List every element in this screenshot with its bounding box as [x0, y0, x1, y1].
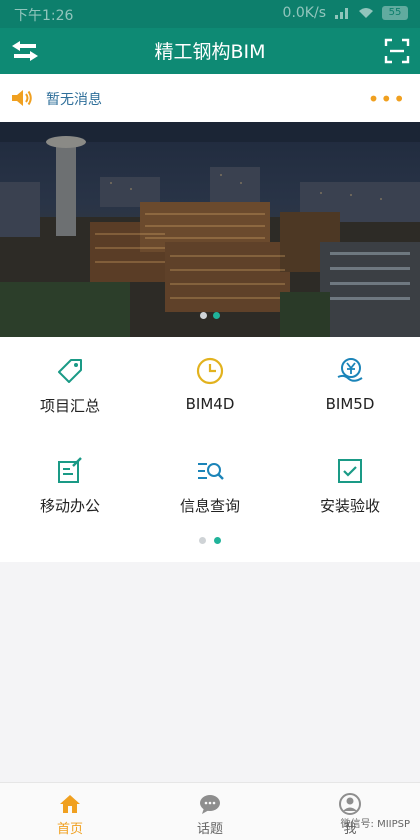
- money-icon: [337, 358, 363, 382]
- menu-item-install-accept[interactable]: 安装验收: [280, 437, 420, 527]
- menu-item-bim4d[interactable]: BIM4D: [140, 337, 280, 427]
- scan-icon[interactable]: [384, 38, 410, 64]
- tab-home[interactable]: 首页: [0, 783, 140, 840]
- menu-item-mobile-office[interactable]: 移动办公: [0, 437, 140, 527]
- menu-label: 安装验收: [319, 497, 380, 515]
- tab-me[interactable]: 我 微信号: MIIPSP: [280, 783, 420, 840]
- person-icon: [339, 793, 361, 815]
- indicator-dot-active: [213, 312, 220, 319]
- menu-item-bim5d[interactable]: BIM5D: [280, 337, 420, 427]
- home-icon: [60, 795, 80, 813]
- status-bar: 下午1:26 0.0K/s 55: [0, 0, 420, 28]
- indicator-dot: [199, 537, 206, 544]
- edit-note-icon: [58, 457, 82, 483]
- menu-item-project-summary[interactable]: 项目汇总: [0, 337, 140, 427]
- tab-label-home: 首页: [56, 822, 83, 837]
- tag-icon: [58, 359, 82, 383]
- menu-label: 信息查询: [179, 497, 240, 515]
- app-bar: 精工钢构BIM: [0, 28, 420, 74]
- battery-icon: 55: [382, 6, 408, 20]
- wifi-icon: [359, 8, 373, 18]
- banner-carousel[interactable]: [0, 122, 420, 337]
- clock-icon: [196, 357, 224, 385]
- chat-icon: [200, 795, 220, 814]
- banner-image: [0, 122, 420, 337]
- speaker-icon: [12, 90, 32, 106]
- menu-item-info-query[interactable]: 信息查询: [140, 437, 280, 527]
- network-speed: 0.0K/s: [282, 5, 326, 21]
- grid-page-indicator: [0, 537, 420, 544]
- check-box-icon: [338, 459, 362, 483]
- banner-indicator: [0, 312, 420, 319]
- notice-text: 暂无消息: [46, 92, 102, 108]
- menu-label: BIM4D: [185, 395, 235, 413]
- menu-label: 移动办公: [39, 497, 100, 515]
- watermark-text: 微信号: MIIPSP: [340, 819, 410, 830]
- menu-label: 项目汇总: [39, 397, 100, 415]
- indicator-dot-active: [214, 537, 221, 544]
- signal-icon: [335, 8, 348, 19]
- notice-bar[interactable]: 暂无消息 •••: [0, 74, 420, 122]
- menu-label: BIM5D: [325, 395, 375, 413]
- tab-topics[interactable]: 话题: [140, 783, 280, 840]
- page-title: 精工钢构BIM: [154, 41, 266, 63]
- tab-label-topics: 话题: [196, 822, 223, 837]
- more-icon[interactable]: •••: [368, 87, 406, 111]
- bottom-tab-bar: 首页 话题 我 微信号: MIIPSP: [0, 782, 420, 840]
- indicator-dot: [200, 312, 207, 319]
- feature-grid: 项目汇总 BIM4D BIM5D 移动办公 信息查询 安装验收: [0, 337, 420, 562]
- status-right: 0.0K/s 55: [283, 5, 408, 21]
- search-list-icon: [198, 463, 224, 480]
- status-time: 下午1:26: [14, 8, 74, 24]
